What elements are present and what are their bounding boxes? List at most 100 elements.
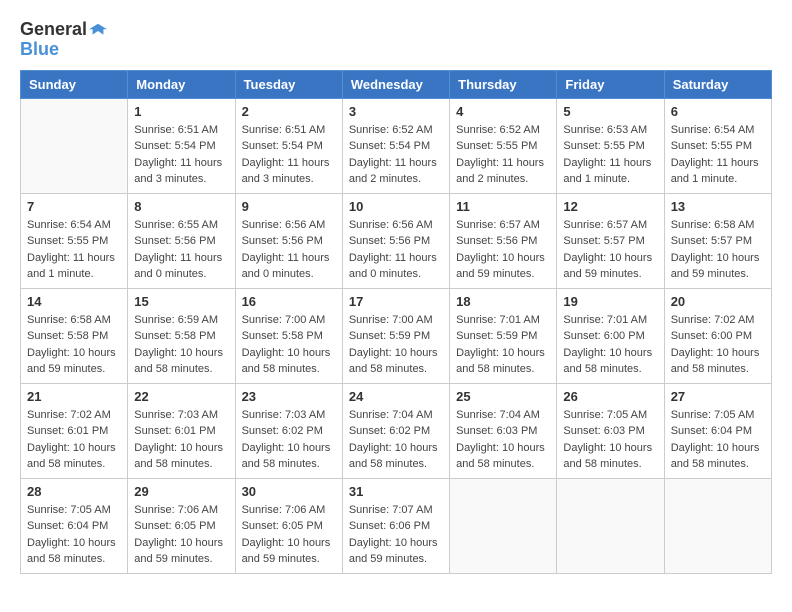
day-number: 16 xyxy=(242,294,336,309)
day-detail: Sunrise: 7:06 AM Sunset: 6:05 PM Dayligh… xyxy=(134,502,228,568)
calendar-cell: 25 Sunrise: 7:04 AM Sunset: 6:03 PM Dayli… xyxy=(450,383,557,478)
day-detail: Sunrise: 7:02 AM Sunset: 6:01 PM Dayligh… xyxy=(27,407,121,473)
day-detail: Sunrise: 7:03 AM Sunset: 6:02 PM Dayligh… xyxy=(242,407,336,473)
calendar-cell: 9Sunrise: 6:56 AM Sunset: 5:56 PM Daylig… xyxy=(235,193,342,288)
day-number: 2 xyxy=(242,104,336,119)
day-number: 23 xyxy=(242,389,336,404)
calendar-body: 1 Sunrise: 6:51 AM Sunset: 5:54 PM Daylig… xyxy=(21,98,772,573)
logo: General Blue xyxy=(20,20,107,60)
day-number: 29 xyxy=(134,484,228,499)
calendar-table: SundayMondayTuesdayWednesdayThursdayFrid… xyxy=(20,70,772,574)
calendar-cell: 16 Sunrise: 7:00 AM Sunset: 5:58 PM Dayli… xyxy=(235,288,342,383)
day-detail: Sunrise: 6:58 AM Sunset: 5:58 PM Dayligh… xyxy=(27,312,121,378)
logo-blue: Blue xyxy=(20,39,59,59)
calendar-cell: 19Sunrise: 7:01 AM Sunset: 6:00 PM Dayli… xyxy=(557,288,664,383)
day-number: 20 xyxy=(671,294,765,309)
day-detail: Sunrise: 7:00 AM Sunset: 5:59 PM Dayligh… xyxy=(349,312,443,378)
day-detail: Sunrise: 6:57 AM Sunset: 5:57 PM Dayligh… xyxy=(563,217,657,283)
weekday-header: Wednesday xyxy=(342,70,449,98)
day-number: 5 xyxy=(563,104,657,119)
calendar-cell: 18 Sunrise: 7:01 AM Sunset: 5:59 PM Dayli… xyxy=(450,288,557,383)
calendar-week-row: 1 Sunrise: 6:51 AM Sunset: 5:54 PM Daylig… xyxy=(21,98,772,193)
calendar-cell: 31Sunrise: 7:07 AM Sunset: 6:06 PM Dayli… xyxy=(342,478,449,573)
calendar-cell: 22 Sunrise: 7:03 AM Sunset: 6:01 PM Dayli… xyxy=(128,383,235,478)
day-number: 24 xyxy=(349,389,443,404)
logo-text: General Blue xyxy=(20,20,107,60)
day-number: 26 xyxy=(563,389,657,404)
calendar-cell: 20 Sunrise: 7:02 AM Sunset: 6:00 PM Dayli… xyxy=(664,288,771,383)
day-detail: Sunrise: 7:04 AM Sunset: 6:02 PM Dayligh… xyxy=(349,407,443,473)
day-detail: Sunrise: 7:03 AM Sunset: 6:01 PM Dayligh… xyxy=(134,407,228,473)
day-number: 13 xyxy=(671,199,765,214)
calendar-cell: 24 Sunrise: 7:04 AM Sunset: 6:02 PM Dayli… xyxy=(342,383,449,478)
calendar-cell: 26 Sunrise: 7:05 AM Sunset: 6:03 PM Dayli… xyxy=(557,383,664,478)
day-number: 27 xyxy=(671,389,765,404)
day-number: 6 xyxy=(671,104,765,119)
weekday-header: Thursday xyxy=(450,70,557,98)
day-detail: Sunrise: 7:05 AM Sunset: 6:03 PM Dayligh… xyxy=(563,407,657,473)
day-number: 17 xyxy=(349,294,443,309)
calendar-cell xyxy=(557,478,664,573)
day-detail: Sunrise: 7:00 AM Sunset: 5:58 PM Dayligh… xyxy=(242,312,336,378)
day-detail: Sunrise: 6:51 AM Sunset: 5:54 PM Dayligh… xyxy=(242,122,336,188)
day-detail: Sunrise: 6:57 AM Sunset: 5:56 PM Dayligh… xyxy=(456,217,550,283)
weekday-row: SundayMondayTuesdayWednesdayThursdayFrid… xyxy=(21,70,772,98)
calendar-cell: 8 Sunrise: 6:55 AM Sunset: 5:56 PM Daylig… xyxy=(128,193,235,288)
day-detail: Sunrise: 7:05 AM Sunset: 6:04 PM Dayligh… xyxy=(27,502,121,568)
day-detail: Sunrise: 6:52 AM Sunset: 5:55 PM Dayligh… xyxy=(456,122,550,188)
calendar-cell xyxy=(450,478,557,573)
calendar-week-row: 7 Sunrise: 6:54 AM Sunset: 5:55 PM Daylig… xyxy=(21,193,772,288)
day-detail: Sunrise: 6:56 AM Sunset: 5:56 PM Dayligh… xyxy=(242,217,336,283)
day-detail: Sunrise: 6:52 AM Sunset: 5:54 PM Dayligh… xyxy=(349,122,443,188)
calendar-cell: 1 Sunrise: 6:51 AM Sunset: 5:54 PM Daylig… xyxy=(128,98,235,193)
logo-general: General xyxy=(20,19,87,39)
weekday-header: Monday xyxy=(128,70,235,98)
day-number: 22 xyxy=(134,389,228,404)
day-detail: Sunrise: 6:53 AM Sunset: 5:55 PM Dayligh… xyxy=(563,122,657,188)
calendar-cell: 12 Sunrise: 6:57 AM Sunset: 5:57 PM Dayli… xyxy=(557,193,664,288)
day-number: 30 xyxy=(242,484,336,499)
day-number: 4 xyxy=(456,104,550,119)
day-number: 12 xyxy=(563,199,657,214)
day-detail: Sunrise: 6:51 AM Sunset: 5:54 PM Dayligh… xyxy=(134,122,228,188)
calendar-week-row: 14 Sunrise: 6:58 AM Sunset: 5:58 PM Dayli… xyxy=(21,288,772,383)
calendar-cell: 27 Sunrise: 7:05 AM Sunset: 6:04 PM Dayli… xyxy=(664,383,771,478)
day-detail: Sunrise: 6:54 AM Sunset: 5:55 PM Dayligh… xyxy=(671,122,765,188)
day-number: 3 xyxy=(349,104,443,119)
calendar-cell: 2 Sunrise: 6:51 AM Sunset: 5:54 PM Daylig… xyxy=(235,98,342,193)
logo-bird-icon xyxy=(89,22,107,40)
calendar-cell: 11Sunrise: 6:57 AM Sunset: 5:56 PM Dayli… xyxy=(450,193,557,288)
day-detail: Sunrise: 7:05 AM Sunset: 6:04 PM Dayligh… xyxy=(671,407,765,473)
day-detail: Sunrise: 7:02 AM Sunset: 6:00 PM Dayligh… xyxy=(671,312,765,378)
day-detail: Sunrise: 6:58 AM Sunset: 5:57 PM Dayligh… xyxy=(671,217,765,283)
calendar-cell: 13 Sunrise: 6:58 AM Sunset: 5:57 PM Dayli… xyxy=(664,193,771,288)
day-detail: Sunrise: 7:04 AM Sunset: 6:03 PM Dayligh… xyxy=(456,407,550,473)
calendar-week-row: 28 Sunrise: 7:05 AM Sunset: 6:04 PM Dayli… xyxy=(21,478,772,573)
weekday-header: Tuesday xyxy=(235,70,342,98)
day-number: 18 xyxy=(456,294,550,309)
day-number: 7 xyxy=(27,199,121,214)
day-number: 25 xyxy=(456,389,550,404)
day-detail: Sunrise: 6:59 AM Sunset: 5:58 PM Dayligh… xyxy=(134,312,228,378)
calendar-cell: 4 Sunrise: 6:52 AM Sunset: 5:55 PM Daylig… xyxy=(450,98,557,193)
calendar-cell: 15Sunrise: 6:59 AM Sunset: 5:58 PM Dayli… xyxy=(128,288,235,383)
day-detail: Sunrise: 7:06 AM Sunset: 6:05 PM Dayligh… xyxy=(242,502,336,568)
calendar-cell: 28 Sunrise: 7:05 AM Sunset: 6:04 PM Dayli… xyxy=(21,478,128,573)
day-detail: Sunrise: 6:56 AM Sunset: 5:56 PM Dayligh… xyxy=(349,217,443,283)
day-detail: Sunrise: 6:54 AM Sunset: 5:55 PM Dayligh… xyxy=(27,217,121,283)
day-number: 10 xyxy=(349,199,443,214)
day-number: 8 xyxy=(134,199,228,214)
calendar-cell xyxy=(664,478,771,573)
day-number: 14 xyxy=(27,294,121,309)
calendar-cell: 14 Sunrise: 6:58 AM Sunset: 5:58 PM Dayli… xyxy=(21,288,128,383)
day-number: 1 xyxy=(134,104,228,119)
weekday-header: Saturday xyxy=(664,70,771,98)
day-detail: Sunrise: 6:55 AM Sunset: 5:56 PM Dayligh… xyxy=(134,217,228,283)
day-number: 31 xyxy=(349,484,443,499)
calendar-cell: 7 Sunrise: 6:54 AM Sunset: 5:55 PM Daylig… xyxy=(21,193,128,288)
day-number: 19 xyxy=(563,294,657,309)
calendar-cell: 30 Sunrise: 7:06 AM Sunset: 6:05 PM Dayli… xyxy=(235,478,342,573)
day-number: 28 xyxy=(27,484,121,499)
day-detail: Sunrise: 7:01 AM Sunset: 5:59 PM Dayligh… xyxy=(456,312,550,378)
weekday-header: Friday xyxy=(557,70,664,98)
